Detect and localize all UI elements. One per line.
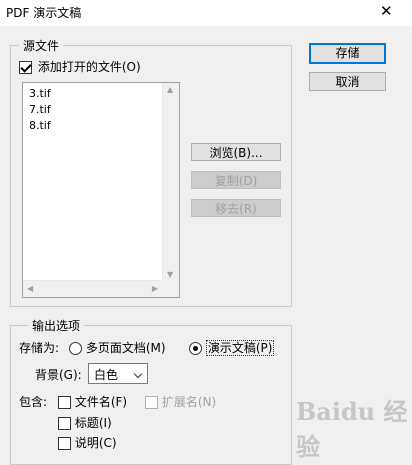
caption-option[interactable]: 说明(C): [58, 434, 117, 451]
add-open-files-checkbox[interactable]: [19, 61, 32, 74]
background-select[interactable]: 白色: [88, 363, 148, 384]
vertical-scrollbar[interactable]: ▲ ▼: [162, 83, 179, 281]
scroll-down-icon[interactable]: ▼: [167, 270, 173, 279]
duplicate-button[interactable]: 复制(D): [191, 171, 281, 189]
background-select-value: 白色: [94, 368, 119, 382]
extension-label: 扩展名(N): [161, 395, 217, 409]
presentation-option[interactable]: 演示文稿(P): [189, 339, 275, 356]
cancel-button[interactable]: 取消: [309, 72, 386, 91]
browse-button[interactable]: 浏览(B)...: [191, 143, 281, 161]
list-item[interactable]: 7.tif: [29, 103, 51, 116]
scroll-up-icon[interactable]: ▲: [167, 85, 173, 94]
close-icon[interactable]: ✕: [380, 2, 393, 20]
filename-label: 文件名(F): [74, 395, 128, 409]
title-bar: PDF 演示文稿 ✕: [0, 0, 412, 26]
presentation-label: 演示文稿(P): [205, 340, 275, 356]
scroll-left-icon[interactable]: ◀: [27, 284, 33, 293]
list-item[interactable]: 3.tif: [29, 87, 51, 100]
output-options-legend: 输出选项: [28, 317, 85, 334]
watermark: Baidu 经验: [296, 397, 408, 461]
title-label: 标题(I): [74, 416, 112, 430]
presentation-radio[interactable]: [189, 342, 202, 355]
add-open-files-label: 添加打开的文件(O): [37, 60, 141, 74]
chevron-down-icon: [133, 369, 143, 379]
file-list[interactable]: 3.tif 7.tif 8.tif ▲ ▼ ◀ ▶: [22, 82, 180, 298]
include-label: 包含:: [19, 395, 48, 409]
extension-checkbox[interactable]: [145, 396, 158, 409]
save-button[interactable]: 存储: [309, 43, 386, 64]
list-item[interactable]: 8.tif: [29, 119, 51, 132]
scrollbar-corner: [162, 280, 179, 297]
multipage-label: 多页面文档(M): [85, 341, 166, 355]
add-open-files-checkbox-row[interactable]: 添加打开的文件(O): [19, 58, 141, 75]
horizontal-scrollbar[interactable]: ◀ ▶: [23, 280, 162, 297]
remove-button[interactable]: 移去(R): [191, 199, 281, 217]
caption-checkbox[interactable]: [58, 437, 71, 450]
extension-option[interactable]: 扩展名(N): [145, 393, 216, 410]
scroll-right-icon[interactable]: ▶: [152, 284, 158, 293]
filename-checkbox[interactable]: [58, 396, 71, 409]
title-option[interactable]: 标题(I): [58, 414, 112, 431]
caption-label: 说明(C): [74, 436, 117, 450]
background-label: 背景(G):: [35, 368, 82, 382]
window-title: PDF 演示文稿: [6, 6, 82, 20]
source-files-legend: 源文件: [19, 37, 64, 54]
filename-option[interactable]: 文件名(F): [58, 393, 127, 410]
multipage-radio[interactable]: [69, 342, 82, 355]
title-checkbox[interactable]: [58, 417, 71, 430]
save-as-label: 存储为:: [19, 341, 60, 355]
multipage-option[interactable]: 多页面文档(M): [69, 339, 166, 356]
